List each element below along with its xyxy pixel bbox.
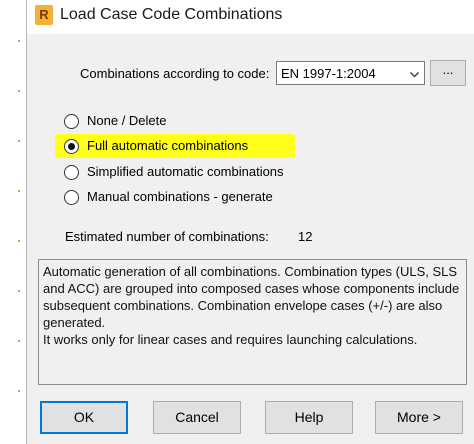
radio-button[interactable] — [64, 114, 79, 129]
code-dropdown[interactable]: EN 1997-1:2004 — [276, 61, 425, 85]
estimate-label: Estimated number of combinations: — [65, 229, 269, 244]
radio-button[interactable] — [64, 139, 79, 154]
code-dropdown-value: EN 1997-1:2004 — [281, 66, 376, 81]
radio-label: None / Delete — [87, 113, 167, 128]
description-box: Automatic generation of all combinations… — [38, 259, 467, 385]
description-paragraph: It works only for linear cases and requi… — [43, 332, 418, 347]
radio-selected-dot — [68, 143, 75, 150]
radio-button[interactable] — [64, 190, 79, 205]
description-paragraph: Automatic generation of all combinations… — [43, 264, 460, 330]
window-title: Load Case Code Combinations — [60, 6, 283, 23]
radio-button[interactable] — [64, 165, 79, 180]
code-label: Combinations according to code: — [80, 66, 270, 81]
more-button[interactable]: More > — [375, 401, 463, 434]
load-case-code-combinations-dialog: R Load Case Code Combinations Combinatio… — [26, 0, 474, 444]
help-button[interactable]: Help — [265, 401, 353, 434]
cancel-button[interactable]: Cancel — [153, 401, 241, 434]
radio-label: Full automatic combinations — [87, 138, 249, 153]
code-options-button[interactable]: ... — [430, 60, 466, 86]
chevron-down-icon — [410, 72, 419, 78]
radio-label: Simplified automatic combinations — [87, 164, 284, 179]
radio-label: Manual combinations - generate — [87, 189, 273, 204]
robot-app-icon: R — [35, 5, 53, 25]
background-window-strip — [0, 0, 26, 444]
ok-button[interactable]: OK — [40, 401, 128, 434]
estimate-value: 12 — [298, 229, 313, 244]
title-bar[interactable]: R Load Case Code Combinations — [27, 0, 474, 34]
